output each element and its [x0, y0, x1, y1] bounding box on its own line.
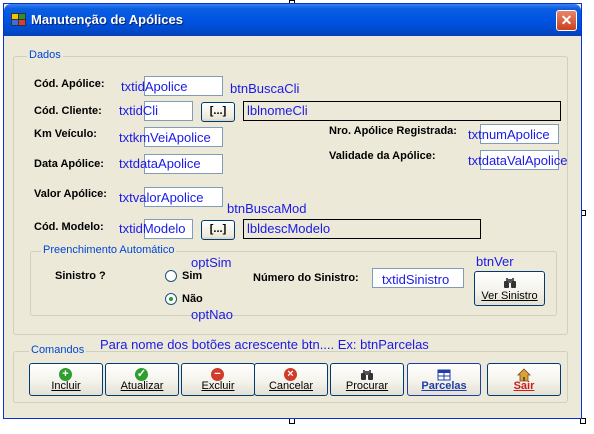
busca-modelo-button[interactable]: [...]: [201, 220, 235, 240]
desc-modelo-label-box: lbldescModelo: [243, 219, 481, 239]
cancelar-button[interactable]: × Cancelar: [254, 363, 328, 396]
parcelas-button[interactable]: Parcelas: [407, 363, 481, 396]
btn-busca-cli-name: btnBuscaCli: [230, 81, 300, 96]
close-button[interactable]: ✕: [556, 10, 577, 31]
km-veiculo-label: Km Veículo:: [34, 128, 97, 140]
sim-radio-label[interactable]: Sim: [182, 270, 202, 282]
valor-apolice-input-name: txtvalorApolice: [119, 190, 204, 205]
sim-radio[interactable]: [165, 270, 177, 282]
cod-apolice-input-name: txtidApolice: [121, 79, 188, 94]
comandos-legend: Comandos: [29, 344, 87, 356]
btn-busca-mod-name: btnBuscaMod: [227, 201, 307, 216]
incluir-button[interactable]: + Incluir: [29, 363, 103, 396]
radio-selected-mark: [169, 297, 173, 301]
ver-sinistro-button-label: Ver Sinistro: [481, 290, 538, 302]
close-icon: ✕: [560, 12, 573, 28]
opt-sim-name: optSim: [191, 255, 232, 270]
nao-radio-label[interactable]: Não: [182, 293, 203, 305]
title-bar[interactable]: Manutenção de Apólices ✕: [4, 4, 581, 36]
excluir-button[interactable]: − Excluir: [181, 363, 255, 396]
validade-label: Validade da Apólice:: [329, 150, 436, 162]
sair-button-label: Sair: [513, 380, 535, 392]
sair-button[interactable]: Sair: [487, 363, 561, 396]
validade-input-name: txtdataValApolice: [468, 153, 568, 168]
btn-ver-name: btnVer: [476, 254, 514, 269]
cod-apolice-label: Cód. Apólice:: [34, 78, 105, 90]
numero-sinistro-input-name: txtidSinistro: [382, 272, 450, 287]
valor-apolice-label: Valor Apólice:: [34, 188, 107, 200]
cod-modelo-input-name: txtidModelo: [119, 221, 186, 236]
nro-apolice-label: Nro. Apólice Registrada:: [329, 125, 457, 137]
km-veiculo-input-name: txtkmVeiApolice: [119, 130, 211, 145]
binoculars-icon: [503, 276, 517, 290]
parcelas-button-label: Parcelas: [421, 380, 467, 392]
dados-legend: Dados: [27, 49, 63, 61]
numero-sinistro-label: Número do Sinistro:: [253, 272, 359, 284]
ver-sinistro-button[interactable]: Ver Sinistro: [474, 271, 545, 306]
form-window: Manutenção de Apólices ✕ Dados Cód. Apól…: [3, 3, 582, 419]
cod-modelo-label: Cód. Modelo:: [34, 221, 104, 233]
busca-cliente-button[interactable]: [...]: [201, 102, 235, 122]
incluir-button-label: Incluir: [51, 380, 81, 392]
app-icon: [11, 13, 26, 26]
opt-nao-name: optNao: [191, 307, 233, 322]
atualizar-button[interactable]: ✓ Atualizar: [105, 363, 179, 396]
excluir-button-label: Excluir: [201, 380, 235, 392]
nro-apolice-input-name: txtnumApolice: [468, 127, 550, 142]
cancelar-button-label: Cancelar: [268, 380, 314, 392]
nao-radio[interactable]: [165, 293, 177, 305]
cod-cliente-input-name: txtidCli: [119, 103, 159, 118]
procurar-button-label: Procurar: [345, 380, 389, 392]
preenchimento-legend: Preenchimento Automático: [41, 244, 177, 256]
data-apolice-label: Data Apólice:: [34, 158, 104, 170]
cod-cliente-label: Cód. Cliente:: [34, 105, 102, 117]
nome-cliente-label-box: lblnomeCli: [243, 101, 561, 121]
sinistro-label: Sinistro ?: [55, 270, 106, 282]
window-title: Manutenção de Apólices: [31, 12, 183, 27]
procurar-button[interactable]: Procurar: [330, 363, 404, 396]
comandos-hint: Para nome dos botões acrescente btn.... …: [100, 337, 429, 352]
data-apolice-input-name: txtdataApolice: [119, 156, 201, 171]
atualizar-button-label: Atualizar: [120, 380, 164, 392]
